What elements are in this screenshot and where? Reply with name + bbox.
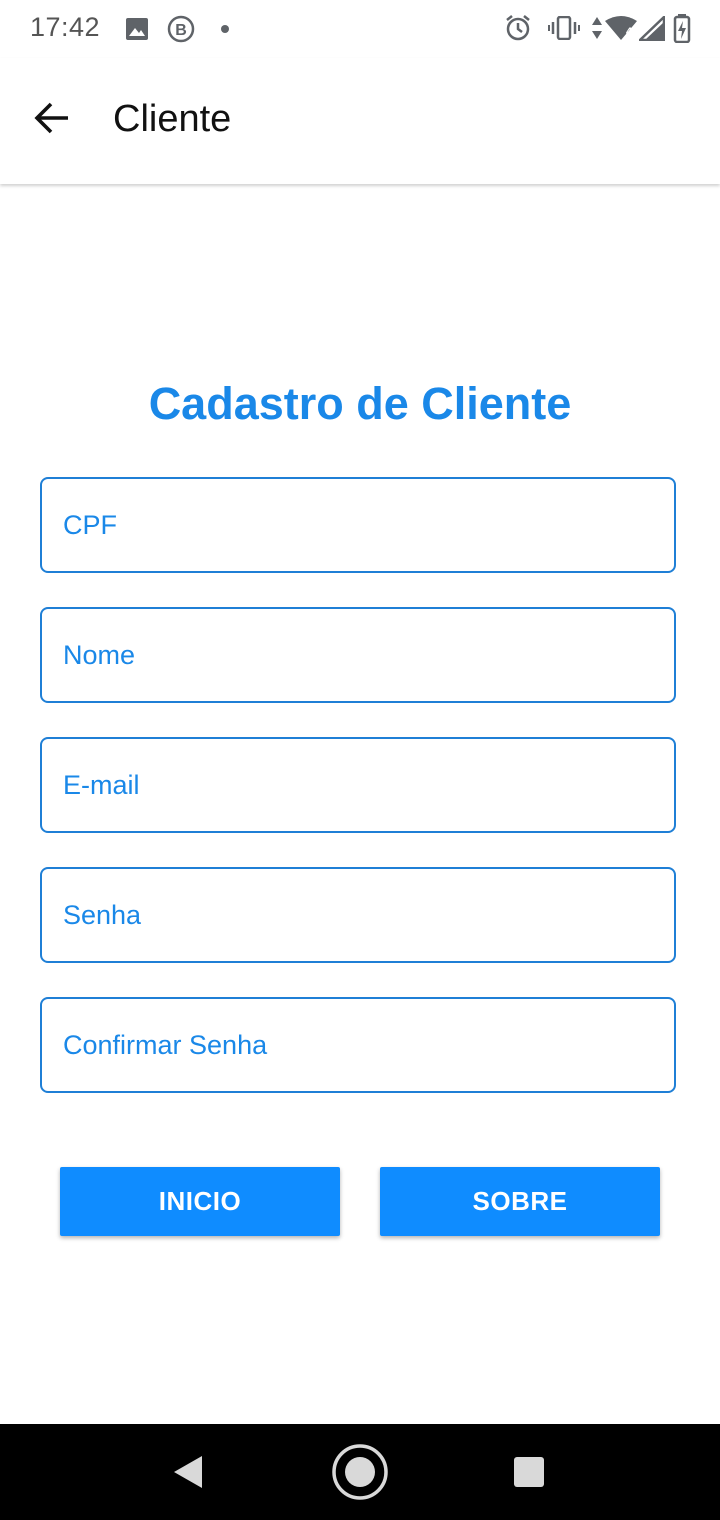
sobre-button[interactable]: SOBRE: [380, 1167, 660, 1236]
battery-charging-icon: [673, 14, 691, 43]
arrow-left-icon: [34, 102, 68, 134]
email-input[interactable]: [42, 739, 674, 831]
recents-square-icon[interactable]: [513, 1456, 545, 1488]
dot-icon: [221, 25, 229, 33]
wifi-icon: 4: [605, 16, 637, 40]
app-bar: Cliente: [0, 58, 720, 184]
image-icon: [126, 18, 148, 40]
alarm-icon: [506, 15, 530, 41]
status-time: 17:42: [30, 12, 101, 42]
form-title: Cadastro de Cliente: [148, 378, 572, 429]
inicio-button[interactable]: INICIO: [60, 1167, 340, 1236]
signal-icon: [639, 16, 665, 41]
nome-field[interactable]: [40, 607, 676, 703]
back-triangle-icon[interactable]: [172, 1454, 204, 1490]
wifi-badge: 4: [626, 26, 633, 38]
cpf-input[interactable]: [42, 479, 674, 571]
svg-text:B: B: [175, 22, 187, 39]
back-button[interactable]: [22, 88, 82, 148]
b-badge-icon: B: [167, 15, 195, 43]
app-title: Cliente: [113, 98, 232, 140]
confirmar-senha-input[interactable]: [42, 999, 674, 1091]
data-arrows-icon: [592, 17, 602, 39]
senha-input[interactable]: [42, 869, 674, 961]
senha-field[interactable]: [40, 867, 676, 963]
status-bar: 17:42 B 4: [0, 0, 720, 58]
email-field[interactable]: [40, 737, 676, 833]
navigation-bar: [0, 1424, 720, 1520]
vibrate-icon: [548, 16, 580, 40]
confirmar-senha-field[interactable]: [40, 997, 676, 1093]
home-circle-icon[interactable]: [330, 1442, 390, 1502]
cpf-field[interactable]: [40, 477, 676, 573]
nome-input[interactable]: [42, 609, 674, 701]
